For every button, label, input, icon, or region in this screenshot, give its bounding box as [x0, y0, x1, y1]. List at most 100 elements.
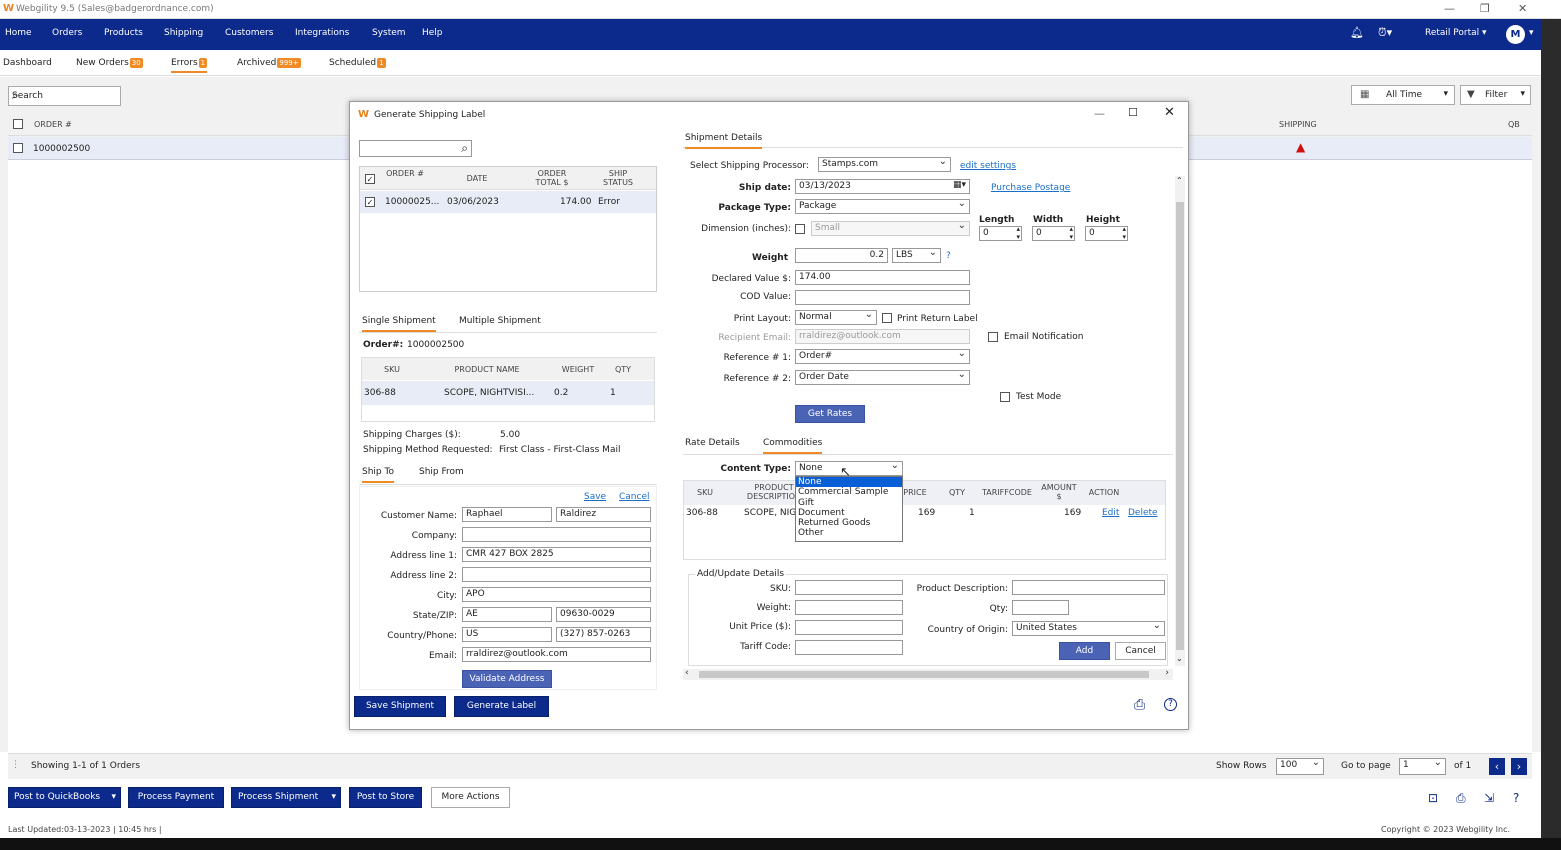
page-number-select[interactable]: 1 — [1399, 758, 1446, 775]
height-stepper[interactable]: 0 ▴ ▾ — [1085, 226, 1128, 241]
dialog-minimize-button[interactable]: — — [1094, 107, 1105, 120]
vertical-scrollbar[interactable]: ⌃ ⌄ — [1175, 176, 1185, 666]
zip-field[interactable]: 09630-0029 — [556, 607, 651, 622]
nav-shipping[interactable]: Shipping — [164, 28, 203, 38]
search-icon[interactable]: ⌕ — [12, 88, 117, 103]
add-commodity-button[interactable]: Add — [1059, 642, 1110, 660]
shipping-processor-select[interactable]: Stamps.com — [818, 157, 951, 172]
next-page-button[interactable]: › — [1511, 758, 1527, 775]
add-product-description-field[interactable] — [1012, 580, 1165, 595]
avatar[interactable]: M — [1506, 25, 1525, 44]
save-shipment-button[interactable]: Save Shipment — [354, 696, 446, 717]
option-returned-goods[interactable]: Returned Goods — [796, 518, 902, 528]
column-shipping[interactable]: SHIPPING — [1279, 120, 1317, 129]
nav-system[interactable]: System — [372, 28, 406, 38]
post-to-quickbooks-button[interactable]: Post to QuickBooks ▾ — [8, 787, 121, 808]
time-filter-dropdown[interactable]: ▦ All Time ▾ — [1351, 85, 1455, 105]
scroll-up-icon[interactable]: ⌃ — [1176, 176, 1183, 185]
filter-button[interactable]: ▼ Filter ▾ — [1460, 85, 1531, 105]
tab-ship-from[interactable]: Ship From — [419, 467, 464, 481]
close-window-button[interactable]: ✕ — [1518, 2, 1527, 15]
option-other[interactable]: Other — [796, 528, 902, 538]
tab-dashboard[interactable]: Dashboard — [3, 58, 52, 68]
error-warning-icon[interactable]: ▲ — [1296, 140, 1305, 154]
export-icon[interactable]: ⇲ — [1484, 791, 1494, 805]
help-icon[interactable]: ? — [1513, 791, 1519, 805]
last-name-field[interactable]: Raldirez — [556, 507, 651, 522]
add-sku-field[interactable] — [795, 580, 903, 595]
option-gift[interactable]: Gift — [796, 498, 902, 508]
search-icon[interactable]: ⌕ — [461, 141, 468, 156]
commodity-edit-link[interactable]: Edit — [1102, 508, 1119, 518]
lock-icon[interactable]: ⊡ — [1428, 791, 1438, 805]
address2-field[interactable] — [462, 567, 651, 582]
order-search-input[interactable]: ⌕ — [359, 140, 472, 157]
email-notification-checkbox[interactable] — [988, 332, 998, 342]
restore-button[interactable]: ❐ — [1480, 2, 1490, 15]
country-field[interactable]: US — [462, 627, 552, 642]
process-payment-button[interactable]: Process Payment — [128, 787, 224, 808]
tab-single-shipment[interactable]: Single Shipment — [362, 316, 436, 332]
nav-home[interactable]: Home — [5, 28, 32, 38]
print-return-label-checkbox[interactable] — [882, 313, 892, 323]
prev-page-button[interactable]: ‹ — [1489, 758, 1505, 775]
edit-settings-link[interactable]: edit settings — [960, 161, 1016, 171]
address-cancel-link[interactable]: Cancel — [619, 492, 650, 502]
tab-archived[interactable]: Archived 999+ — [237, 58, 301, 68]
tab-rate-details[interactable]: Rate Details — [685, 438, 740, 452]
calendar-icon[interactable]: ▦▾ — [953, 180, 966, 190]
generate-label-button[interactable]: Generate Label — [454, 696, 549, 717]
table-row[interactable]: 306-88 SCOPE, NIG 169 1 169 Edit Delete — [684, 506, 1165, 520]
print-icon[interactable]: ⎙ — [1134, 697, 1145, 713]
dialog-close-button[interactable]: ✕ — [1164, 105, 1175, 120]
test-mode-checkbox[interactable] — [1000, 392, 1010, 402]
tab-new-orders[interactable]: New Orders 30 — [76, 58, 143, 68]
nav-integrations[interactable]: Integrations — [295, 28, 349, 38]
tab-ship-to[interactable]: Ship To — [362, 467, 394, 483]
declared-value-field[interactable]: 174.00 — [795, 270, 970, 285]
scroll-left-icon[interactable]: ‹ — [685, 668, 689, 678]
select-all-orders-checkbox[interactable] — [365, 174, 375, 184]
order-number[interactable]: 1000002500 — [33, 144, 90, 154]
reference1-select[interactable]: Order# — [795, 349, 970, 364]
horizontal-scrollbar[interactable]: ‹ › — [683, 668, 1173, 680]
dialog-maximize-button[interactable]: ☐ — [1128, 106, 1138, 119]
recipient-email-field[interactable]: rraldirez@outlook.com — [795, 329, 970, 344]
select-all-checkbox[interactable] — [13, 119, 23, 129]
post-to-store-button[interactable]: Post to Store — [349, 787, 422, 808]
tab-errors[interactable]: Errors 1 — [171, 58, 208, 73]
state-field[interactable]: AE — [462, 607, 552, 622]
scrollbar-thumb[interactable] — [1176, 202, 1184, 650]
table-row[interactable]: 10000025... 03/06/2023 174.00 Error — [360, 191, 656, 213]
get-rates-button[interactable]: Get Rates — [795, 405, 865, 423]
help-icon[interactable]: ? — [1164, 698, 1177, 711]
alarm-clock-icon[interactable]: ⏰︎▾ — [1378, 26, 1392, 40]
column-order[interactable]: ORDER # — [34, 120, 72, 129]
weight-help-icon[interactable]: ? — [946, 251, 951, 261]
ship-date-field[interactable]: 03/13/2023 ▦▾ — [795, 179, 970, 194]
scroll-right-icon[interactable]: › — [1165, 668, 1169, 678]
option-commercial-sample[interactable]: Commercial Sample — [796, 487, 902, 497]
reference2-select[interactable]: Order Date — [795, 370, 970, 385]
email-field[interactable]: rraldirez@outlook.com — [462, 647, 651, 662]
tab-shipment-details[interactable]: Shipment Details — [685, 133, 763, 149]
option-document[interactable]: Document — [796, 508, 902, 518]
process-shipment-button[interactable]: Process Shipment ▾ — [231, 787, 341, 808]
city-field[interactable]: APO — [462, 587, 651, 602]
scroll-down-icon[interactable]: ⌄ — [1176, 654, 1183, 663]
tab-scheduled[interactable]: Scheduled 1 — [329, 58, 386, 68]
tab-commodities[interactable]: Commodities — [763, 438, 823, 454]
drag-handle-icon[interactable]: ⋮ — [11, 760, 20, 770]
chevron-down-icon[interactable]: ▾ — [1529, 28, 1534, 38]
order-row-checkbox[interactable] — [365, 197, 375, 207]
rows-per-page-select[interactable]: 100 — [1276, 758, 1324, 775]
length-stepper[interactable]: 0 ▴ ▾ — [979, 226, 1022, 241]
cod-value-field[interactable] — [795, 290, 970, 305]
weight-field[interactable]: 0.2 — [795, 248, 888, 263]
nav-orders[interactable]: Orders — [52, 28, 82, 38]
tariff-code-field[interactable] — [795, 640, 903, 655]
country-of-origin-select[interactable]: United States — [1012, 621, 1165, 636]
more-actions-button[interactable]: More Actions — [431, 787, 510, 808]
search-input[interactable]: Search ⌕ — [8, 86, 121, 106]
add-weight-field[interactable] — [795, 600, 903, 615]
